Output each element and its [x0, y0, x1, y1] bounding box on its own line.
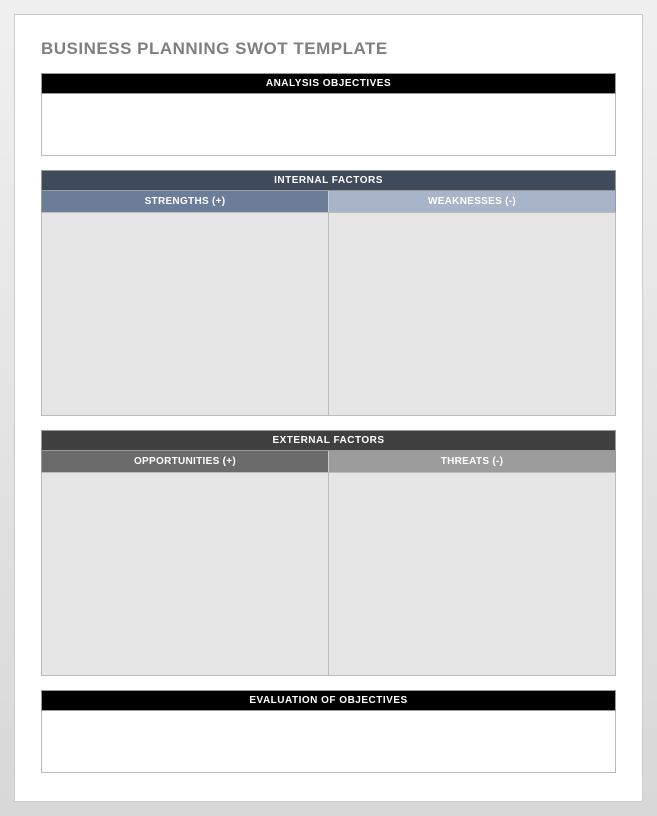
content-weaknesses[interactable]	[329, 212, 616, 416]
header-external-factors: EXTERNAL FACTORS	[41, 430, 616, 451]
subheader-weaknesses: WEAKNESSES (-)	[329, 191, 616, 212]
header-analysis-objectives: ANALYSIS OBJECTIVES	[41, 73, 616, 94]
content-threats[interactable]	[329, 472, 616, 676]
section-internal-factors: INTERNAL FACTORS STRENGTHS (+) WEAKNESSE…	[41, 170, 616, 416]
subheader-row-internal: STRENGTHS (+) WEAKNESSES (-)	[41, 191, 616, 212]
header-evaluation-objectives: EVALUATION OF OBJECTIVES	[41, 690, 616, 711]
content-analysis-objectives[interactable]	[41, 94, 616, 156]
section-evaluation-objectives: EVALUATION OF OBJECTIVES	[41, 690, 616, 773]
section-analysis-objectives: ANALYSIS OBJECTIVES	[41, 73, 616, 156]
content-row-internal	[41, 212, 616, 416]
document-page: BUSINESS PLANNING SWOT TEMPLATE ANALYSIS…	[14, 14, 643, 802]
subheader-row-external: OPPORTUNITIES (+) THREATS (-)	[41, 451, 616, 472]
subheader-threats: THREATS (-)	[329, 451, 616, 472]
subheader-opportunities: OPPORTUNITIES (+)	[41, 451, 329, 472]
document-title: BUSINESS PLANNING SWOT TEMPLATE	[41, 39, 616, 59]
section-external-factors: EXTERNAL FACTORS OPPORTUNITIES (+) THREA…	[41, 430, 616, 676]
subheader-strengths: STRENGTHS (+)	[41, 191, 329, 212]
header-internal-factors: INTERNAL FACTORS	[41, 170, 616, 191]
content-evaluation-objectives[interactable]	[41, 711, 616, 773]
content-row-external	[41, 472, 616, 676]
content-opportunities[interactable]	[41, 472, 329, 676]
content-strengths[interactable]	[41, 212, 329, 416]
